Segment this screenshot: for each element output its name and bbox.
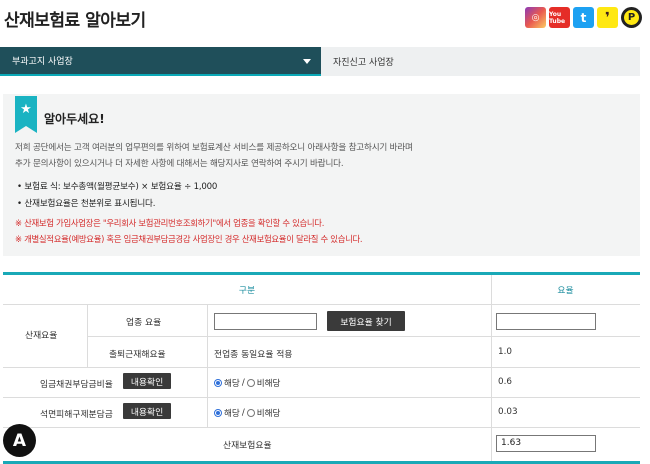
notice-warning-2: ※ 개별실적요율(예방요율) 혹은 임금채권부담금경감 사업장인 경우 산재보험… xyxy=(15,234,363,244)
divider xyxy=(3,367,640,368)
page-title: 산재보험료 알아보기 xyxy=(4,11,146,31)
wage-rate-value: 0.6 xyxy=(498,377,512,387)
commute-rate-label: 출퇴근재해요율 xyxy=(109,350,166,360)
industry-rate-input[interactable] xyxy=(214,313,317,330)
notice-box: ★ 알아두세요! 저희 공단에서는 고객 여러분의 업무편의를 위하여 보험료계… xyxy=(3,94,640,256)
divider xyxy=(3,304,640,305)
notice-warning-1: ※ 산재보험 가입사업장은 "우리회사 보험관리번호조회하기"에서 업종을 확인… xyxy=(15,218,325,228)
asbestos-rate-label: 석면피해구제분담금 xyxy=(40,410,113,420)
wage-detail-button[interactable]: 내용확인 xyxy=(123,373,171,389)
asbestos-yes-radio[interactable] xyxy=(214,409,222,417)
divider xyxy=(87,304,88,367)
tab-assessed-workplace[interactable]: 부과고지 사업장 xyxy=(0,47,321,76)
wage-no-radio[interactable] xyxy=(246,379,255,387)
asbestos-rate-value: 0.03 xyxy=(498,407,518,417)
divider xyxy=(3,397,640,398)
asbestos-no-label: 비해당 xyxy=(256,409,281,419)
divider xyxy=(3,427,640,428)
total-rate-label: 산재보험요율 xyxy=(223,441,272,451)
industry-rate-value-input[interactable] xyxy=(496,313,596,330)
notice-line-1: 저희 공단에서는 고객 여러분의 업무편의를 위하여 보험료계산 서비스를 제공… xyxy=(15,143,413,153)
social-links: ◎ You Tube t ❜ P xyxy=(525,7,642,28)
asbestos-yes-label: 해당 xyxy=(224,409,240,419)
chevron-down-icon xyxy=(303,59,311,64)
bookmark-star-icon: ★ xyxy=(15,96,37,133)
notice-bullet-unit: • 산재보험요율은 천분위로 표시됩니다. xyxy=(17,199,156,209)
kakaostory-glyph: P xyxy=(624,10,639,25)
tab-self-report-label: 자진신고 사업장 xyxy=(333,58,394,68)
divider xyxy=(87,336,640,337)
wage-applicable-radio-group: 해당 / 비해당 xyxy=(214,377,280,389)
instagram-icon[interactable]: ◎ xyxy=(525,7,546,28)
commute-rate-value: 1.0 xyxy=(498,347,512,357)
wage-no-label: 비해당 xyxy=(256,379,281,389)
separator: / xyxy=(241,408,245,418)
divider xyxy=(207,304,208,427)
header-rate: 요율 xyxy=(557,286,574,296)
youtube-icon[interactable]: You Tube xyxy=(549,7,570,28)
notice-line-2: 추가 문의사항이 있으시거나 더 자세한 사항에 대해서는 해당지사로 연락하여… xyxy=(15,159,344,169)
tab-self-report-workplace[interactable]: 자진신고 사업장 xyxy=(321,47,640,76)
industry-rate-label: 업종 요율 xyxy=(126,318,162,328)
wage-rate-label: 임금채권부담금비율 xyxy=(40,380,113,390)
kakaotalk-icon[interactable]: ❜ xyxy=(597,7,618,28)
wage-yes-radio[interactable] xyxy=(214,379,222,387)
divider xyxy=(491,275,492,461)
wage-yes-label: 해당 xyxy=(224,379,240,389)
notice-bullet-formula: • 보험료 식: 보수총액(월평균보수) × 보험요율 ÷ 1,000 xyxy=(17,182,218,192)
tab-assessed-label: 부과고지 사업장 xyxy=(12,57,73,67)
separator: / xyxy=(241,378,245,388)
kakaostory-icon[interactable]: P xyxy=(621,7,642,28)
commute-rate-desc: 전업종 동일요율 적용 xyxy=(214,350,293,360)
notice-title: 알아두세요! xyxy=(44,112,105,126)
total-rate-value: 1.63 xyxy=(496,435,596,452)
group-label-industrial-rate: 산재요율 xyxy=(25,331,58,341)
find-rate-button[interactable]: 보험요율 찾기 xyxy=(327,311,405,331)
asbestos-detail-button[interactable]: 내용확인 xyxy=(123,403,171,419)
workplace-tabs: 부과고지 사업장 자진신고 사업장 xyxy=(0,47,640,76)
twitter-icon[interactable]: t xyxy=(573,7,594,28)
header-category: 구분 xyxy=(238,286,256,296)
brand-logo: A xyxy=(3,424,36,457)
asbestos-no-radio[interactable] xyxy=(246,409,255,417)
asbestos-applicable-radio-group: 해당 / 비해당 xyxy=(214,407,280,419)
